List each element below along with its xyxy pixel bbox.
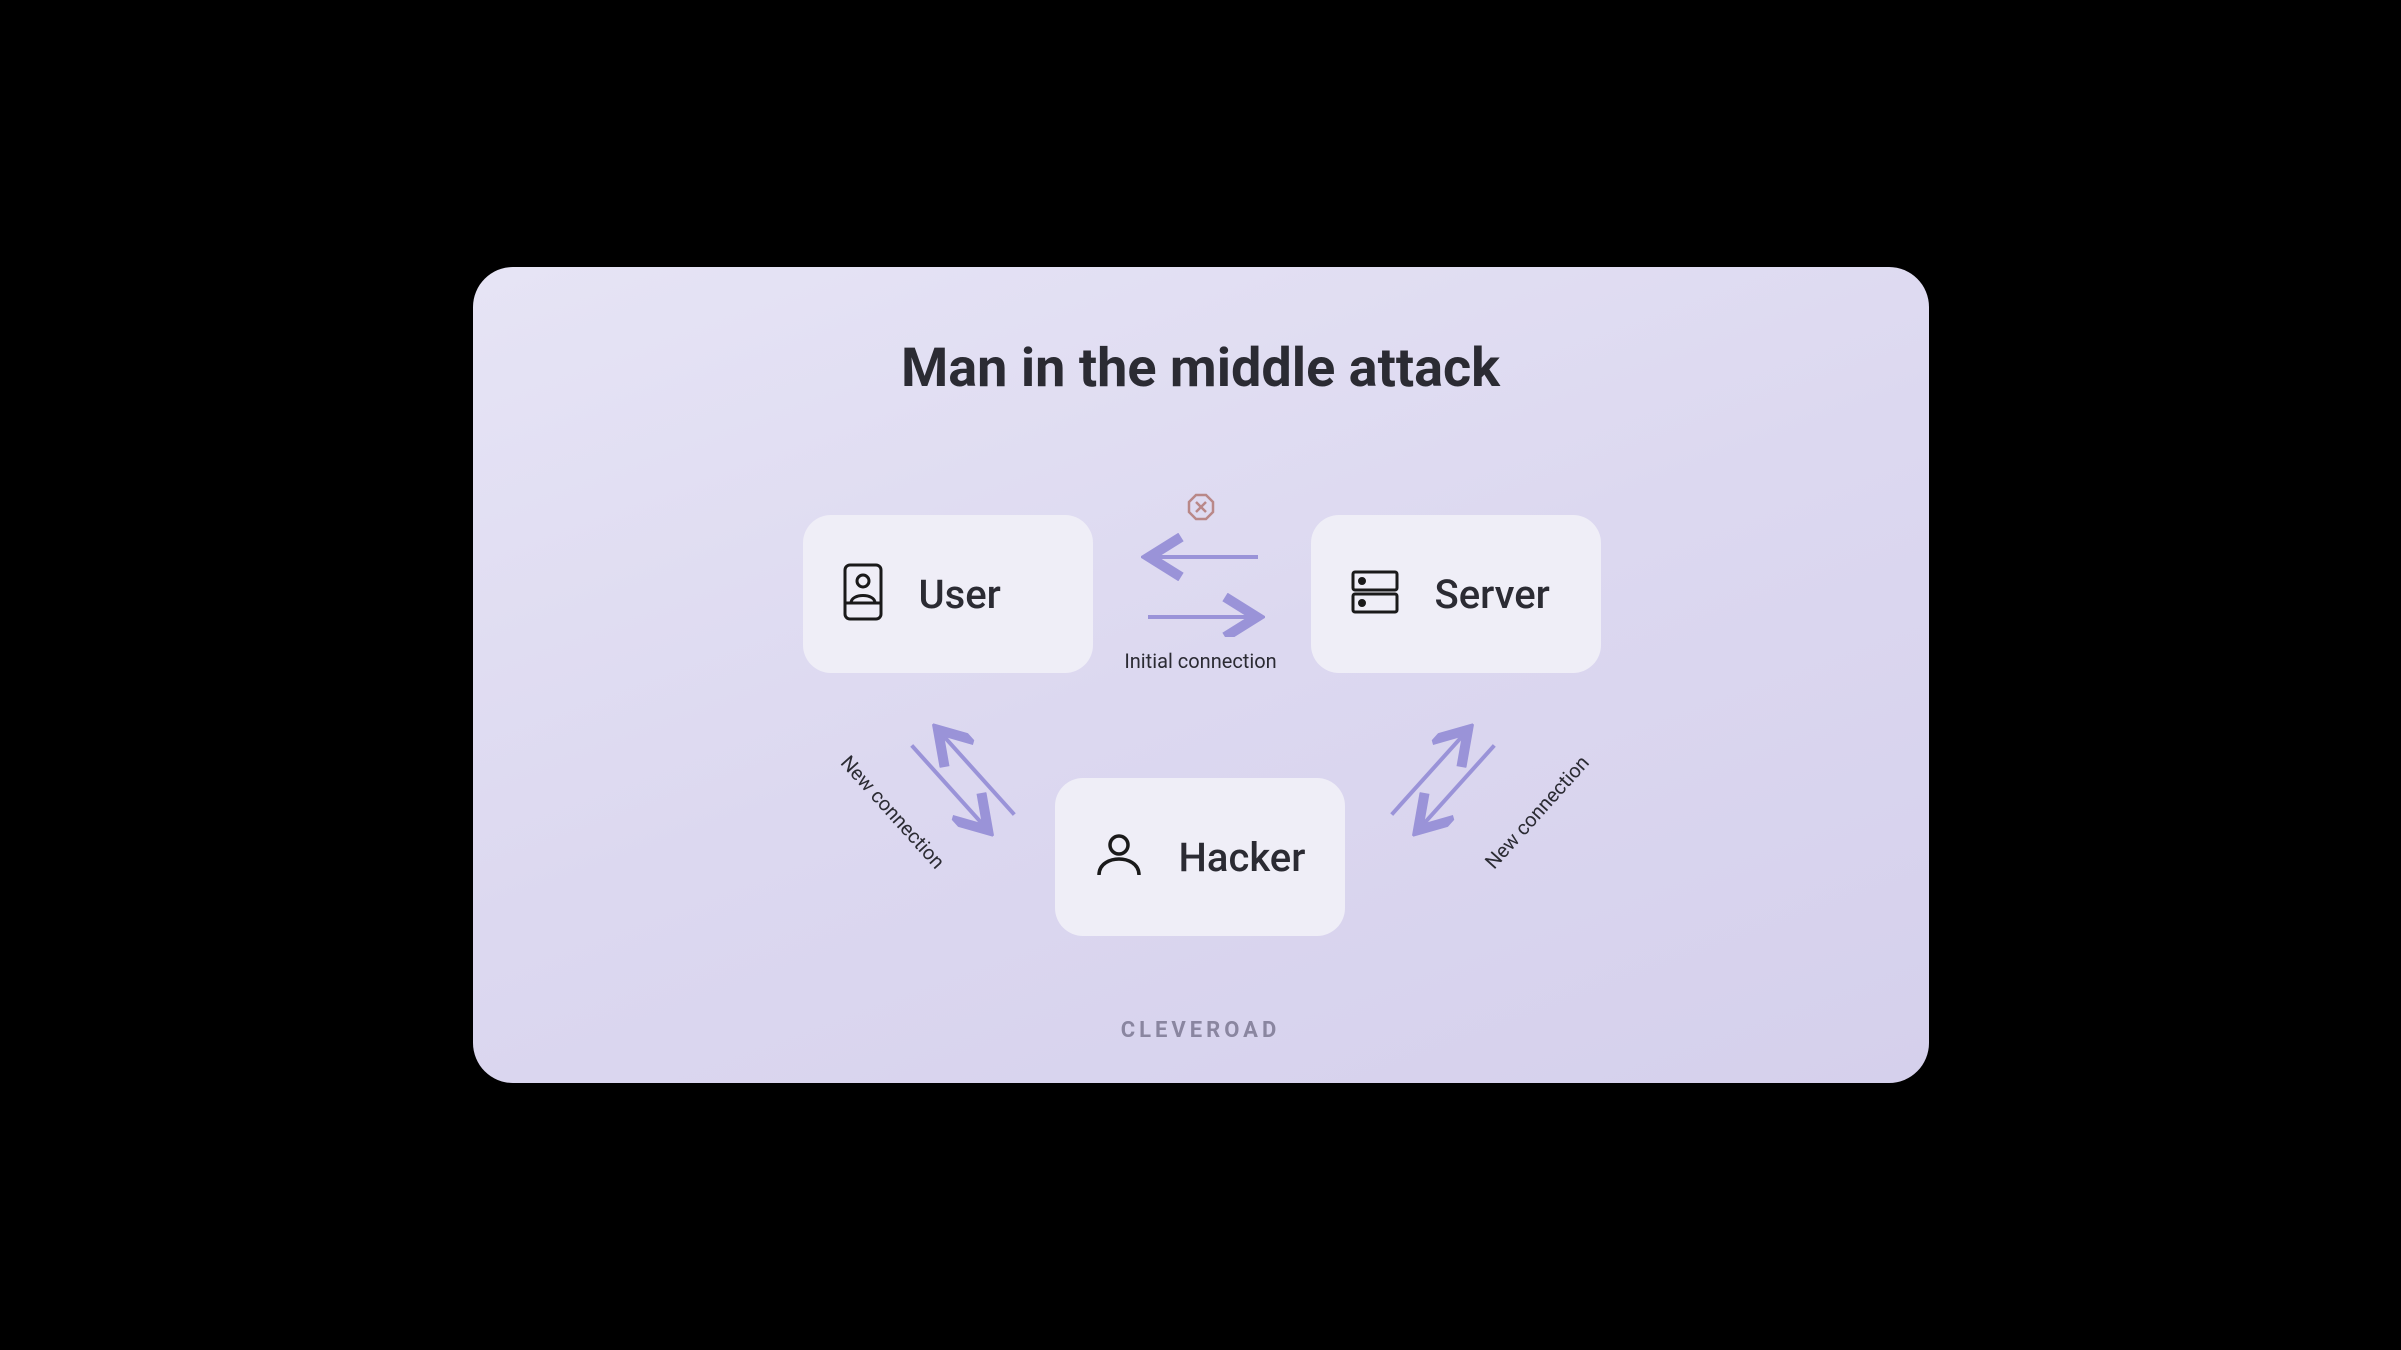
node-hacker: Hacker [1055, 778, 1345, 936]
label-initial-connection: Initial connection [473, 649, 1929, 673]
node-hacker-label: Hacker [1179, 834, 1306, 881]
diagram-title: Man in the middle attack [473, 337, 1929, 400]
phone-user-icon [843, 563, 883, 625]
arrows-initial-connection [1113, 527, 1293, 637]
server-icon [1351, 568, 1399, 620]
node-server-label: Server [1435, 571, 1550, 618]
diagram-canvas: Man in the middle attack User Server [473, 267, 1929, 1083]
person-icon [1095, 833, 1143, 881]
brand-logo: CLEVEROAD [473, 1018, 1929, 1043]
node-user-label: User [919, 571, 1001, 618]
blocked-icon [1187, 493, 1215, 521]
arrows-left-connection [876, 690, 1048, 871]
